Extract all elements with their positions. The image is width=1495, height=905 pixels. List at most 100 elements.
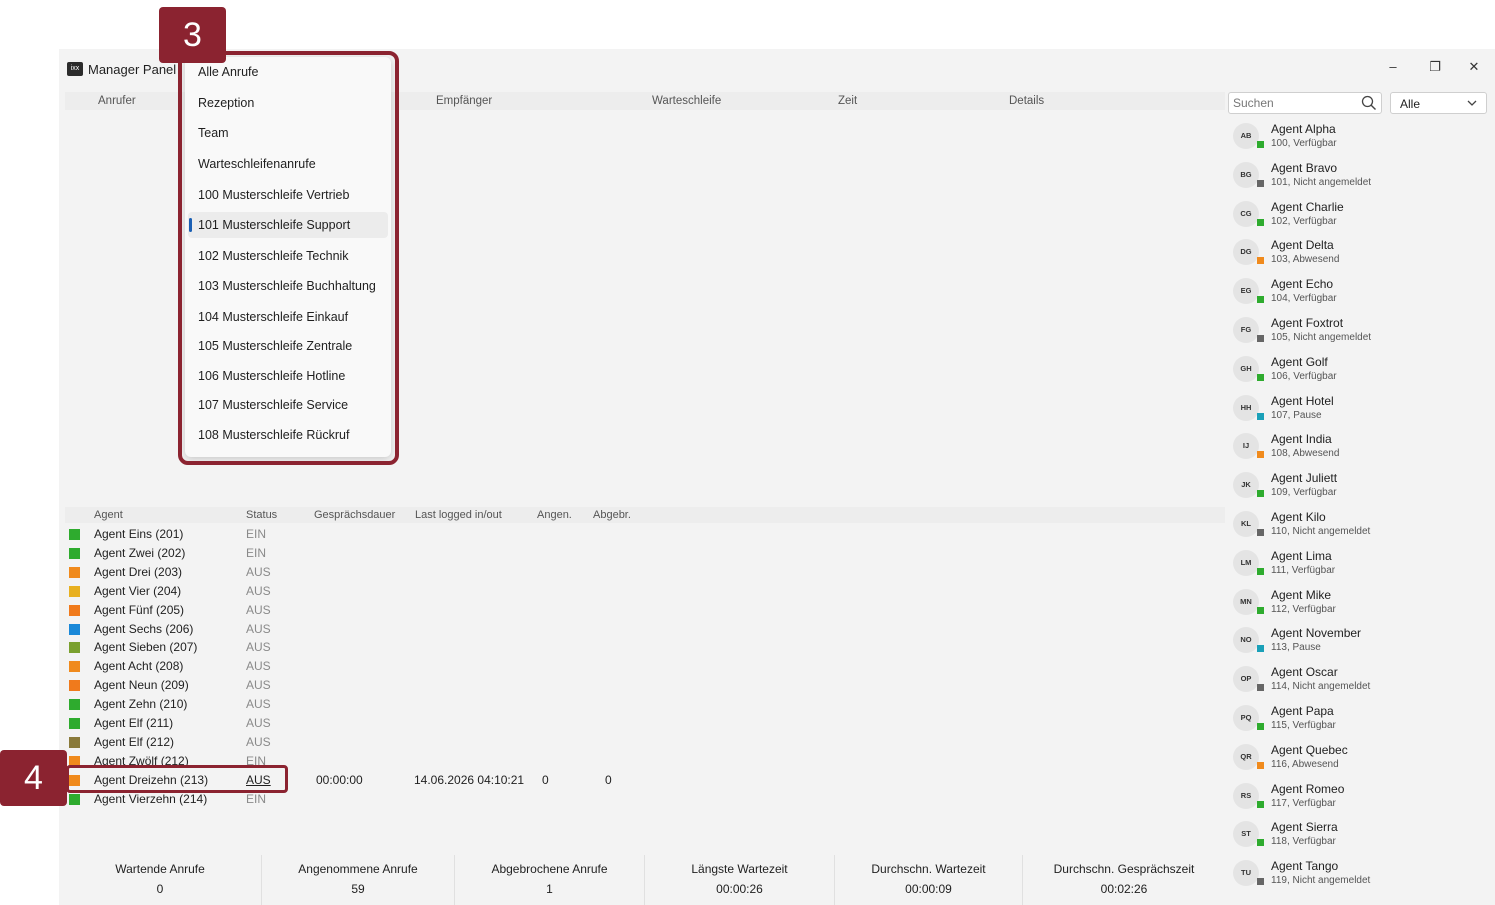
agent-filter-select[interactable]: Alle <box>1390 92 1487 114</box>
agent-login-status[interactable]: AUS <box>246 716 271 730</box>
sidebar-agent-name: Agent Juliett <box>1271 471 1338 486</box>
table-row[interactable]: Agent Sechs (206) AUS <box>65 620 1225 639</box>
table-row[interactable]: Agent Zwei (202) EIN <box>65 544 1225 563</box>
agent-row-highlight-frame <box>66 765 288 793</box>
list-item[interactable]: MN Agent Mike 112, Verfügbar <box>1226 585 1495 623</box>
list-item[interactable]: HH Agent Hotel 107, Pause <box>1226 391 1495 429</box>
agent-login-status[interactable]: AUS <box>246 640 271 654</box>
table-row[interactable]: Agent Drei (203) AUS <box>65 563 1225 582</box>
statistic-value: 00:00:26 <box>716 882 763 896</box>
callout-badge-4: 4 <box>0 750 67 806</box>
list-item[interactable]: JK Agent Juliett 109, Verfügbar <box>1226 468 1495 506</box>
statistic-label: Abgebrochene Anrufe <box>491 862 608 876</box>
sidebar-agent-name: Agent Tango <box>1271 859 1339 874</box>
statistic-value: 00:02:26 <box>1100 882 1148 896</box>
column-header-last-logged[interactable]: Last logged in/out <box>415 509 502 521</box>
search-icon[interactable] <box>1361 95 1377 111</box>
last-logged-time: 14.06.2026 04:10:21 <box>414 772 525 787</box>
column-header-receiver[interactable]: Empfänger <box>436 95 492 107</box>
sidebar-agent-name: Agent Foxtrot <box>1271 316 1344 330</box>
search-input[interactable] <box>1233 95 1353 111</box>
table-row[interactable]: Agent Zehn (210) AUS <box>65 695 1225 714</box>
list-item[interactable]: TU Agent Tango 119, Nicht angemeldet <box>1226 856 1495 894</box>
avatar: PQ <box>1233 705 1259 731</box>
table-row[interactable]: Agent Eins (201) EIN <box>65 525 1225 544</box>
statistic-label: Wartende Anrufe <box>115 862 205 876</box>
agent-login-status[interactable]: AUS <box>246 697 271 711</box>
statistic-value: 59 <box>351 882 365 896</box>
agent-name: Agent Zehn (210) <box>94 697 188 712</box>
list-item[interactable]: KL Agent Kilo 110, Nicht angemeldet <box>1226 507 1495 545</box>
agent-login-status[interactable]: AUS <box>246 678 271 692</box>
agent-login-status[interactable]: AUS <box>246 565 271 579</box>
list-item[interactable]: QR Agent Quebec 116, Abwesend <box>1226 740 1495 778</box>
agent-name: Agent Zwei (202) <box>94 545 186 560</box>
agent-login-status[interactable]: EIN <box>246 546 266 560</box>
presence-status-indicator <box>1257 529 1264 536</box>
callout-badge-3: 3 <box>159 7 226 63</box>
list-item[interactable]: IJ Agent India 108, Abwesend <box>1226 429 1495 467</box>
list-item[interactable]: PQ Agent Papa 115, Verfügbar <box>1226 701 1495 739</box>
list-item[interactable]: RS Agent Romeo 117, Verfügbar <box>1226 779 1495 817</box>
table-row[interactable]: Agent Neun (209) AUS <box>65 676 1225 695</box>
avatar: QR <box>1233 743 1259 770</box>
presence-status-indicator <box>1257 373 1264 381</box>
avatar: RS <box>1233 782 1259 809</box>
search-box[interactable] <box>1228 92 1382 114</box>
sidebar-agent-name: Agent Mike <box>1271 587 1332 602</box>
agent-login-status[interactable]: AUS <box>246 584 271 598</box>
agent-login-status[interactable]: AUS <box>246 603 271 617</box>
agent-login-status[interactable]: EIN <box>246 527 266 541</box>
chevron-down-icon <box>1467 100 1477 106</box>
agent-login-status[interactable]: AUS <box>246 622 271 636</box>
sidebar-agent-name: Agent Charlie <box>1271 199 1344 214</box>
close-button[interactable]: ✕ <box>1458 55 1490 79</box>
agents-table-header: Agent Status Gesprächsdauer Last logged … <box>65 507 1225 523</box>
maximize-button[interactable]: ❐ <box>1419 55 1451 79</box>
sidebar-agent-extension-status: 116, Abwesend <box>1271 758 1339 770</box>
list-item[interactable]: CG Agent Charlie 102, Verfügbar <box>1226 197 1495 235</box>
table-row[interactable]: Agent Fünf (205) AUS <box>65 601 1225 620</box>
presence-status-indicator <box>1257 800 1264 808</box>
table-row[interactable]: Agent Elf (212) AUS <box>65 733 1225 752</box>
column-header-details[interactable]: Details <box>1009 95 1044 107</box>
list-item[interactable]: ST Agent Sierra 118, Verfügbar <box>1226 817 1495 855</box>
list-item[interactable]: LM Agent Lima 111, Verfügbar <box>1226 546 1495 584</box>
minimize-button[interactable]: – <box>1377 55 1409 79</box>
agent-login-status[interactable]: AUS <box>246 735 271 749</box>
list-item[interactable]: GH Agent Golf 106, Verfügbar <box>1226 352 1495 390</box>
list-item[interactable]: DG Agent Delta 103, Abwesend <box>1226 235 1495 273</box>
list-item[interactable]: AB Agent Alpha 100, Verfügbar <box>1226 119 1495 157</box>
list-item[interactable]: NO Agent November 113, Pause <box>1226 623 1495 661</box>
column-header-status[interactable]: Status <box>246 509 277 521</box>
agent-login-status[interactable]: AUS <box>246 659 271 673</box>
table-row[interactable]: Agent Sieben (207) AUS <box>65 638 1225 657</box>
table-row[interactable]: Agent Elf (211) AUS <box>65 714 1225 733</box>
table-row[interactable]: Agent Vier (204) AUS <box>65 582 1225 601</box>
accepted-count: 0 <box>542 772 549 787</box>
agent-login-status[interactable]: EIN <box>246 792 266 806</box>
column-header-caller[interactable]: Anrufer <box>98 95 136 107</box>
avatar: CG <box>1233 200 1259 227</box>
avatar: OP <box>1233 666 1259 693</box>
avatar: HH <box>1233 394 1259 421</box>
app-title: Manager Panel <box>88 62 177 77</box>
agent-status-color-indicator <box>69 623 80 635</box>
column-header-accepted[interactable]: Angen. <box>537 509 572 521</box>
column-header-time[interactable]: Zeit <box>838 95 857 107</box>
list-item[interactable]: OP Agent Oscar 114, Nicht angemeldet <box>1226 662 1495 700</box>
agent-name: Agent Acht (208) <box>94 659 184 674</box>
list-item[interactable]: EG Agent Echo 104, Verfügbar <box>1226 274 1495 312</box>
presence-status-indicator <box>1257 490 1264 498</box>
list-item[interactable]: FG Agent Foxtrot 105, Nicht angemeldet <box>1226 313 1495 351</box>
list-item[interactable]: BG Agent Bravo 101, Nicht angemeldet <box>1226 158 1495 196</box>
column-header-queue[interactable]: Warteschleife <box>652 95 721 107</box>
sidebar-agent-extension-status: 115, Verfügbar <box>1271 720 1336 731</box>
column-header-aborted[interactable]: Abgebr. <box>593 509 631 521</box>
agent-name: Agent Neun (209) <box>94 678 189 693</box>
column-header-duration[interactable]: Gesprächsdauer <box>314 509 395 521</box>
sidebar-agent-extension-status: 117, Verfügbar <box>1271 797 1336 809</box>
column-header-agent[interactable]: Agent <box>94 509 123 521</box>
avatar: AB <box>1233 123 1259 149</box>
table-row[interactable]: Agent Acht (208) AUS <box>65 657 1225 676</box>
